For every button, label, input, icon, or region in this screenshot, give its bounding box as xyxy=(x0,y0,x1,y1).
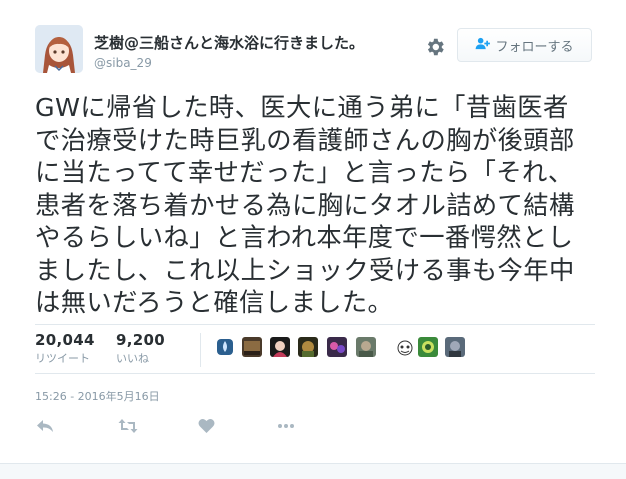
like-count: 9,200 xyxy=(116,331,165,349)
retweet-count: 20,044 xyxy=(35,331,95,349)
liker-avatar[interactable] xyxy=(215,337,235,357)
tweet-text-line: は無いだろうと確信しました。 xyxy=(35,288,394,317)
more-dots-icon[interactable] xyxy=(276,418,296,436)
liker-avatar[interactable] xyxy=(418,337,438,357)
display-name[interactable]: 芝樹@三船さんと海水浴に行きました。 xyxy=(94,32,364,53)
tweet-text-line: GWに帰省した時、医大に通う弟に「昔歯医者 xyxy=(35,93,569,122)
tweet-text-line: ましたし、これ以上ショック受ける事も今年中 xyxy=(35,255,575,285)
liker-avatar[interactable] xyxy=(395,337,415,357)
avatar[interactable] xyxy=(35,25,83,73)
liker-avatar[interactable] xyxy=(445,337,465,357)
like-stat-label: いいね xyxy=(116,352,149,365)
tweet-text: GWに帰省した時、医大に通う弟に「昔歯医者 で治療受けた時巨乳の看護師さんの胸が… xyxy=(35,92,595,320)
retweet-stat-label: リツイート xyxy=(35,352,90,365)
heart-icon[interactable] xyxy=(198,418,218,436)
liker-avatar[interactable] xyxy=(270,337,290,357)
tweet-text-line: で治療受けた時巨乳の看護師さんの胸が後頭部 xyxy=(35,125,575,155)
like-stat[interactable]: 9,200 いいね xyxy=(116,331,165,366)
reply-icon[interactable] xyxy=(36,418,56,436)
follow-button[interactable]: フォローする xyxy=(457,28,592,62)
tweet-text-line: 患者を落ち着かせる為に胸にタオル詰めて結構 xyxy=(35,190,575,220)
liker-avatar[interactable] xyxy=(327,337,347,357)
add-user-icon xyxy=(475,37,491,54)
liker-avatar[interactable] xyxy=(356,337,376,357)
gear-icon[interactable] xyxy=(424,36,446,58)
avatar-illustration xyxy=(35,25,83,73)
liker-avatar[interactable] xyxy=(298,337,318,357)
tweet-text-line: に当たってて幸せだった」と言ったら「それ、 xyxy=(35,158,574,187)
tweet-text-line: やるらしいね」と言われ本年度で一番愕然とし xyxy=(35,223,574,252)
footer-band xyxy=(0,463,626,479)
follow-button-label: フォローする xyxy=(495,39,574,55)
retweet-icon[interactable] xyxy=(118,418,138,436)
retweet-stat[interactable]: 20,044 リツイート xyxy=(35,331,95,366)
divider xyxy=(35,324,595,325)
timestamp[interactable]: 15:26 - 2016年5月16日 xyxy=(35,388,160,404)
liker-avatar[interactable] xyxy=(242,337,262,357)
divider xyxy=(200,333,201,367)
divider xyxy=(35,373,595,374)
user-handle[interactable]: @siba_29 xyxy=(94,56,152,70)
